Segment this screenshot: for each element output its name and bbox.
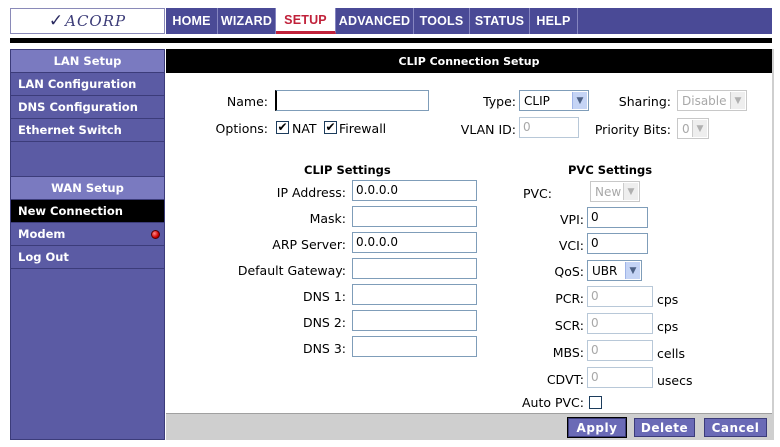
vpi-input[interactable]: 0 <box>587 207 648 228</box>
sharing-label: Sharing: <box>618 94 671 109</box>
ip-address-label: IP Address: <box>276 185 346 200</box>
dns3-input[interactable] <box>352 336 477 357</box>
default-gateway-label: Default Gateway: <box>237 263 346 278</box>
priority-bits-select[interactable]: 0 ▼ <box>677 118 709 139</box>
dns2-input[interactable] <box>352 310 477 331</box>
priority-bits-label: Priority Bits: <box>594 122 671 137</box>
sidebar-item-modem[interactable]: Modem <box>11 223 164 246</box>
status-led-icon <box>151 230 160 239</box>
sidebar: LAN Setup LAN Configuration DNS Configur… <box>10 49 165 440</box>
mask-input[interactable] <box>352 206 477 227</box>
dns3-label: DNS 3: <box>302 341 346 356</box>
name-label: Name: <box>226 94 268 109</box>
vpi-label: VPI: <box>560 212 584 227</box>
vlan-id-label: VLAN ID: <box>460 122 516 137</box>
tab-setup[interactable]: SETUP <box>276 8 336 34</box>
scr-label: SCR: <box>554 318 584 333</box>
scr-unit: cps <box>657 319 679 334</box>
dns1-input[interactable] <box>352 284 477 305</box>
chevron-down-icon: ▼ <box>625 262 640 279</box>
sidebar-item-dns-configuration[interactable]: DNS Configuration <box>11 96 164 119</box>
sidebar-spacer <box>11 142 164 177</box>
sidebar-item-ethernet-switch[interactable]: Ethernet Switch <box>11 119 164 142</box>
apply-button[interactable]: Apply <box>567 417 627 438</box>
acorp-logo: ✓ ACORP <box>10 8 165 34</box>
pvc-label: PVC: <box>522 186 552 201</box>
button-bar: Apply Delete Cancel <box>166 413 772 440</box>
tab-help[interactable]: HELP <box>530 8 578 34</box>
nat-label: NAT <box>292 121 317 136</box>
arp-server-input[interactable]: 0.0.0.0 <box>352 232 477 253</box>
dns1-label: DNS 1: <box>302 289 346 304</box>
pcr-input[interactable]: 0 <box>587 286 653 307</box>
pcr-label: PCR: <box>555 291 584 306</box>
auto-pvc-checkbox[interactable] <box>589 396 602 409</box>
qos-value: UBR <box>592 263 618 278</box>
type-label: Type: <box>483 94 516 109</box>
cancel-button[interactable]: Cancel <box>704 418 767 437</box>
tab-tools[interactable]: TOOLS <box>414 8 470 34</box>
cdvt-label: CDVT: <box>546 372 584 387</box>
arp-server-label: ARP Server: <box>272 237 346 252</box>
header-divider <box>10 38 772 43</box>
clip-settings-title: CLIP Settings <box>304 163 391 177</box>
tab-status[interactable]: STATUS <box>470 8 530 34</box>
chevron-down-icon: ▼ <box>572 92 587 109</box>
pvc-select[interactable]: New ▼ <box>590 181 640 202</box>
chevron-down-icon: ▼ <box>623 183 638 200</box>
sidebar-item-log-out[interactable]: Log Out <box>11 246 164 269</box>
sharing-value: Disable <box>682 93 727 108</box>
tab-advanced[interactable]: ADVANCED <box>336 8 414 34</box>
auto-pvc-label: Auto PVC: <box>521 395 584 410</box>
default-gateway-input[interactable] <box>352 258 477 279</box>
sidebar-header-lan: LAN Setup <box>11 50 164 73</box>
nav-filler <box>578 8 772 34</box>
delete-button[interactable]: Delete <box>634 418 695 437</box>
chevron-down-icon: ▼ <box>692 120 707 137</box>
firewall-checkbox[interactable]: ✔ <box>324 121 337 134</box>
name-input[interactable] <box>275 90 429 111</box>
mbs-label: MBS: <box>552 345 584 360</box>
dns2-label: DNS 2: <box>302 315 346 330</box>
cdvt-input[interactable]: 0 <box>587 367 653 388</box>
qos-select[interactable]: UBR ▼ <box>587 260 642 281</box>
mask-label: Mask: <box>309 211 346 226</box>
tab-home[interactable]: HOME <box>166 8 218 34</box>
right-frame-border <box>772 49 774 440</box>
logo-swoosh-icon: ✓ <box>48 11 65 31</box>
vlan-id-input[interactable]: 0 <box>519 117 579 138</box>
mbs-unit: cells <box>657 346 686 361</box>
cdvt-unit: usecs <box>657 373 693 388</box>
sharing-select[interactable]: Disable ▼ <box>677 90 747 111</box>
tab-wizard[interactable]: WIZARD <box>218 8 276 34</box>
options-label: Options: <box>215 121 268 136</box>
type-value: CLIP <box>524 93 550 108</box>
sidebar-item-lan-configuration[interactable]: LAN Configuration <box>11 73 164 96</box>
sidebar-item-label: Modem <box>18 227 66 241</box>
mbs-input[interactable]: 0 <box>587 340 653 361</box>
nat-checkbox[interactable]: ✔ <box>276 121 289 134</box>
type-select[interactable]: CLIP ▼ <box>519 90 589 111</box>
main-form: Name: Type: CLIP ▼ Sharing: Disable ▼ Op… <box>166 73 772 413</box>
pcr-unit: cps <box>657 292 679 307</box>
ip-address-input[interactable]: 0.0.0.0 <box>352 180 477 201</box>
firewall-label: Firewall <box>339 121 387 136</box>
pvc-value: New <box>595 184 622 199</box>
pvc-settings-title: PVC Settings <box>568 163 653 177</box>
vci-input[interactable]: 0 <box>587 233 648 254</box>
chevron-down-icon: ▼ <box>730 92 745 109</box>
scr-input[interactable]: 0 <box>587 313 653 334</box>
vci-label: VCI: <box>558 238 584 253</box>
logo-text: ACORP <box>65 12 127 30</box>
priority-bits-value: 0 <box>682 121 690 136</box>
page-title: CLIP Connection Setup <box>166 49 772 73</box>
sidebar-item-new-connection[interactable]: New Connection <box>11 200 164 223</box>
sidebar-header-wan: WAN Setup <box>11 177 164 200</box>
qos-label: QoS: <box>554 264 584 279</box>
top-navigation: HOME WIZARD SETUP ADVANCED TOOLS STATUS … <box>166 8 772 34</box>
